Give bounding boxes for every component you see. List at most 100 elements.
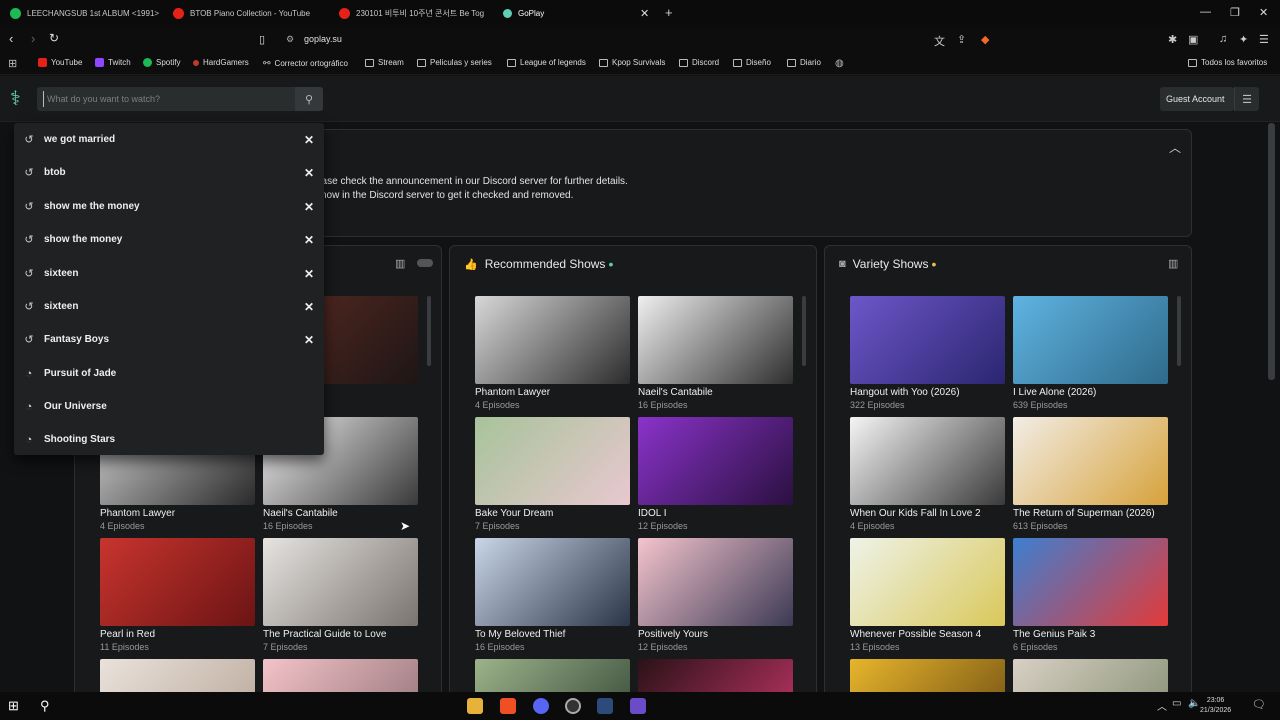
panel-scrollbar[interactable] — [1177, 296, 1181, 366]
remove-icon[interactable]: ✕ — [304, 233, 314, 247]
remove-icon[interactable]: ✕ — [304, 333, 314, 347]
search-icon[interactable]: ⚲ — [295, 87, 323, 111]
show-title[interactable]: The Practical Guide to Love — [263, 629, 418, 640]
search-history-item[interactable]: ↺ sixteen ✕ — [14, 290, 324, 323]
panel-scrollbar[interactable] — [427, 296, 431, 366]
sidebar-icon[interactable]: ▣ — [1188, 33, 1198, 46]
show-thumbnail[interactable] — [263, 538, 418, 626]
search-suggestion-item[interactable]: ◔ Pursuit of Jade — [14, 357, 324, 390]
show-thumbnail[interactable] — [850, 538, 1005, 626]
library-icon[interactable]: ▥ — [395, 257, 405, 270]
browser-menu-icon[interactable]: ☰ — [1259, 33, 1269, 46]
show-title[interactable]: Naeil's Cantabile — [638, 387, 793, 398]
show-thumbnail[interactable] — [850, 417, 1005, 505]
goplay-logo-icon[interactable]: ⚕ — [10, 86, 28, 112]
restore-icon[interactable]: ❐ — [1230, 6, 1240, 19]
show-thumbnail[interactable] — [1013, 296, 1168, 384]
brave-shield-icon[interactable]: ◆ — [981, 33, 989, 46]
remove-icon[interactable]: ✕ — [304, 267, 314, 281]
media-icon[interactable]: ♫ — [1219, 33, 1227, 45]
taskbar-clock[interactable]: 23:06 21/3/2026 — [1200, 696, 1231, 716]
show-title[interactable]: Bake Your Dream — [475, 508, 630, 519]
library-icon[interactable]: ▥ — [1168, 257, 1178, 270]
search-history-item[interactable]: ↺ Fantasy Boys ✕ — [14, 323, 324, 356]
browser-tab[interactable]: BTOB Piano Collection - YouTube — [173, 4, 323, 23]
search-suggestion-item[interactable]: ◔ Our Universe — [14, 390, 324, 423]
bookmark-youtube[interactable]: YouTube — [38, 58, 82, 67]
show-title[interactable]: Positively Yours — [638, 629, 793, 640]
bookmark-folder-peliculas[interactable]: Peliculas y series — [417, 58, 492, 67]
show-thumbnail[interactable] — [475, 296, 630, 384]
page-scrollbar[interactable] — [1268, 123, 1275, 380]
show-card[interactable]: Positively Yours 12 Episodes — [638, 538, 793, 652]
bookmark-twitch[interactable]: Twitch — [95, 58, 131, 67]
close-tab-icon[interactable]: ✕ — [640, 7, 649, 20]
minimize-icon[interactable]: — — [1200, 6, 1211, 18]
bookmark-folder-stream[interactable]: Stream — [365, 58, 404, 67]
show-card[interactable]: Bake Your Dream 7 Episodes — [475, 417, 630, 531]
show-card[interactable]: To My Beloved Thief 16 Episodes — [475, 538, 630, 652]
search-history-item[interactable]: ↺ show me the money ✕ — [14, 190, 324, 223]
back-icon[interactable]: ‹ — [9, 31, 13, 46]
show-title[interactable]: I Live Alone (2026) — [1013, 387, 1168, 398]
show-card[interactable]: The Return of Superman (2026) 613 Episode… — [1013, 417, 1168, 531]
show-thumbnail[interactable] — [1013, 417, 1168, 505]
show-thumbnail[interactable] — [638, 296, 793, 384]
show-card[interactable]: Phantom Lawyer 4 Episodes — [475, 296, 630, 410]
search-suggestion-item[interactable]: ◔ Shooting Stars — [14, 423, 324, 456]
bookmark-hardgamers[interactable]: HardGamers — [193, 58, 249, 67]
show-card[interactable]: When Our Kids Fall In Love 2 4 Episodes — [850, 417, 1005, 531]
extensions-icon[interactable]: ✱ — [1168, 33, 1177, 46]
show-thumbnail[interactable] — [100, 538, 255, 626]
show-title[interactable]: Hangout with Yoo (2026) — [850, 387, 1005, 398]
discord-icon[interactable] — [533, 698, 549, 714]
file-explorer-icon[interactable] — [467, 698, 483, 714]
share-icon[interactable]: ⇪ — [957, 33, 966, 46]
remove-icon[interactable]: ✕ — [304, 200, 314, 214]
show-card[interactable]: I Live Alone (2026) 639 Episodes — [1013, 296, 1168, 410]
show-card[interactable]: The Genius Paik 3 6 Episodes — [1013, 538, 1168, 652]
show-title[interactable]: The Return of Superman (2026) — [1013, 508, 1168, 519]
show-card[interactable]: Pearl in Red 11 Episodes — [100, 538, 255, 652]
search-history-item[interactable]: ↺ we got married ✕ — [14, 123, 324, 156]
bookmark-corrector[interactable]: ⚯ Corrector ortográfico — [263, 58, 348, 69]
browser-tab-active[interactable]: GoPlay — [503, 4, 623, 23]
search-icon[interactable]: ⚲ — [40, 698, 56, 714]
bookmark-folder-discord[interactable]: Discord — [679, 58, 719, 67]
remove-icon[interactable]: ✕ — [304, 133, 314, 147]
show-title[interactable]: Phantom Lawyer — [100, 508, 255, 519]
remove-icon[interactable]: ✕ — [304, 166, 314, 180]
notification-icon[interactable]: 🗨 — [1252, 698, 1268, 714]
show-thumbnail[interactable] — [850, 296, 1005, 384]
show-title[interactable]: When Our Kids Fall In Love 2 — [850, 508, 1005, 519]
show-card[interactable]: The Practical Guide to Love 7 Episodes — [263, 538, 418, 652]
hamburger-menu-icon[interactable]: ☰ — [1234, 87, 1259, 111]
show-thumbnail[interactable] — [475, 538, 630, 626]
show-title[interactable]: Whenever Possible Season 4 — [850, 629, 1005, 640]
network-icon[interactable]: ▭ — [1172, 698, 1188, 714]
guest-account-button[interactable]: Guest Account — [1160, 87, 1234, 111]
leo-ai-icon[interactable]: ✦ — [1239, 33, 1248, 46]
bookmark-folder-diseno[interactable]: Diseño — [733, 58, 771, 67]
show-title[interactable]: To My Beloved Thief — [475, 629, 630, 640]
globe-icon[interactable]: ◍ — [835, 58, 844, 69]
panel-scrollbar[interactable] — [802, 296, 806, 366]
show-title[interactable]: IDOL I — [638, 508, 793, 519]
bookmark-spotify[interactable]: Spotify — [143, 58, 180, 67]
show-title[interactable]: Pearl in Red — [100, 629, 255, 640]
show-card[interactable]: Naeil's Cantabile 16 Episodes — [638, 296, 793, 410]
chevron-up-icon[interactable]: ︿ — [1169, 139, 1181, 156]
show-thumbnail[interactable] — [1013, 538, 1168, 626]
show-thumbnail[interactable] — [475, 417, 630, 505]
show-title[interactable]: Naeil's Cantabile — [263, 508, 418, 519]
bookmark-folder-kpop[interactable]: Kpop Survivals — [599, 58, 665, 67]
bookmark-folder-diario[interactable]: Diario — [787, 58, 821, 67]
bookmark-icon[interactable]: ▯ — [259, 33, 265, 46]
search-history-item[interactable]: ↺ btob ✕ — [14, 156, 324, 189]
url-field[interactable]: goplay.su — [304, 34, 342, 44]
show-thumbnail[interactable] — [638, 538, 793, 626]
site-info-icon[interactable]: ⚙ — [286, 34, 294, 45]
app-icon[interactable] — [597, 698, 613, 714]
show-title[interactable]: The Genius Paik 3 — [1013, 629, 1168, 640]
search-history-item[interactable]: ↺ show the money ✕ — [14, 223, 324, 256]
